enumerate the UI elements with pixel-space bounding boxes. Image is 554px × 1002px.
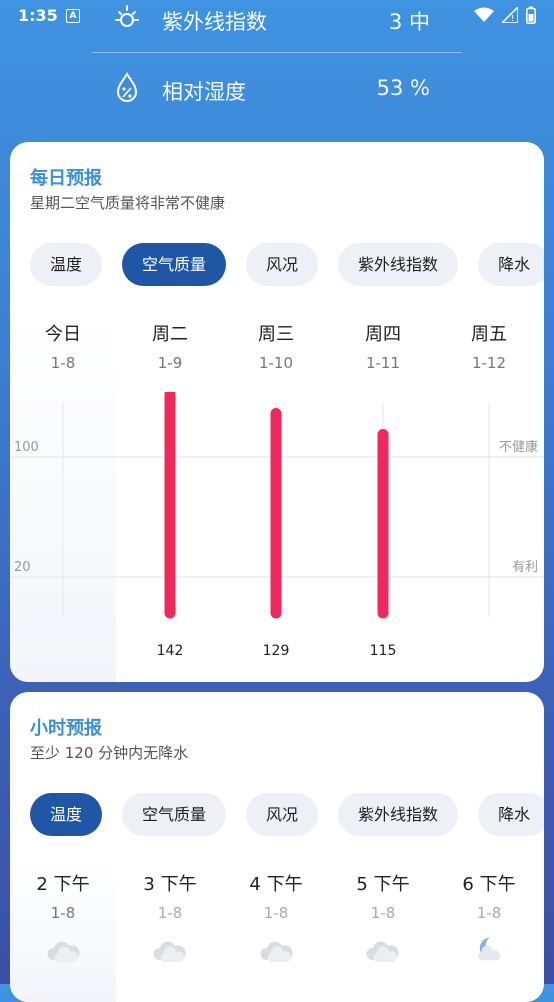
day-date: 1-11 — [365, 354, 401, 372]
day-column[interactable]: 周二 1-9 — [130, 320, 210, 372]
svg-text:!: ! — [511, 14, 514, 23]
daily-forecast-subtitle: 星期二空气质量将非常不健康 — [30, 194, 226, 212]
humidity-drop-icon — [116, 72, 138, 102]
day-label: 周四 — [365, 324, 401, 345]
daily-forecast-title: 每日预报 — [30, 168, 102, 189]
hour-label: 3 下午 — [143, 874, 197, 895]
tab-precipitation[interactable]: 降水 — [478, 243, 544, 286]
aqi-value-label: 129 — [263, 643, 290, 659]
status-icons: ! — [474, 6, 536, 24]
tab-wind[interactable]: 风况 — [246, 793, 319, 836]
reference-value-label: 100 — [14, 440, 39, 455]
tab-air-quality[interactable]: 空气质量 — [122, 243, 227, 286]
hour-date: 1-8 — [370, 904, 396, 922]
day-column[interactable]: 周五 1-12 — [449, 320, 529, 372]
day-column[interactable]: 周三 1-10 — [236, 320, 316, 372]
sun-icon — [115, 5, 139, 27]
aqi-value-label: 115 — [370, 643, 397, 659]
air-quality-chart: 100 不健康 20 有利 142 129 115 — [10, 392, 544, 659]
tab-precipitation[interactable]: 降水 — [478, 793, 544, 836]
humidity-row: 相对湿度 53 % — [110, 70, 450, 110]
daily-tab-bar: 温度 空气质量 风况 紫外线指数 降水 — [30, 243, 544, 286]
hour-column[interactable]: 5 下午 1-8 — [343, 870, 423, 922]
day-label: 周五 — [471, 324, 507, 345]
cloudy-icon — [153, 941, 186, 962]
tab-wind[interactable]: 风况 — [246, 243, 319, 286]
uv-index-label: 紫外线指数 — [162, 10, 267, 34]
humidity-value: 53 % — [376, 76, 430, 100]
hourly-forecast-subtitle: 至少 120 分钟内无降水 — [30, 744, 189, 762]
tab-air-quality[interactable]: 空气质量 — [122, 793, 227, 836]
tab-uv-index[interactable]: 紫外线指数 — [338, 793, 459, 836]
status-time: 1:35 — [18, 6, 58, 25]
reference-category-label: 有利 — [512, 560, 538, 575]
day-label: 周三 — [258, 324, 294, 345]
hour-label: 2 下午 — [36, 874, 90, 895]
notification-icon: A — [66, 9, 80, 23]
battery-icon — [526, 6, 536, 24]
humidity-label: 相对湿度 — [162, 80, 246, 104]
hour-label: 4 下午 — [249, 874, 303, 895]
day-label: 今日 — [45, 324, 81, 345]
day-date: 1-8 — [50, 354, 76, 372]
tab-temperature[interactable]: 温度 — [30, 793, 103, 836]
hour-column[interactable]: 3 下午 1-8 — [130, 870, 210, 922]
hourly-tab-bar: 温度 空气质量 风况 紫外线指数 降水 — [30, 793, 544, 836]
day-label: 周二 — [152, 324, 188, 345]
cloudy-icon — [260, 941, 293, 962]
signal-icon: ! — [502, 7, 518, 23]
aqi-value-label: 142 — [157, 643, 184, 659]
daily-forecast-card: 每日预报 星期二空气质量将非常不健康 温度 空气质量 风况 紫外线指数 降水 今… — [10, 142, 544, 682]
hourly-forecast-title: 小时预报 — [30, 718, 102, 739]
day-column[interactable]: 周四 1-11 — [343, 320, 423, 372]
hour-label: 6 下午 — [462, 874, 516, 895]
hour-date: 1-8 — [157, 904, 183, 922]
cloudy-icon — [366, 941, 399, 962]
moon-cloud-icon — [478, 937, 501, 961]
hour-column[interactable]: 4 下午 1-8 — [236, 870, 316, 922]
wifi-icon — [474, 7, 494, 22]
hour-date: 1-8 — [263, 904, 289, 922]
hourly-forecast-card: 小时预报 至少 120 分钟内无降水 温度 空气质量 风况 紫外线指数 降水 2… — [10, 692, 544, 1002]
hour-date: 1-8 — [50, 904, 76, 922]
reference-category-label: 不健康 — [499, 439, 538, 455]
tab-temperature[interactable]: 温度 — [30, 243, 103, 286]
hour-column[interactable]: 6 下午 1-8 — [449, 870, 529, 922]
day-column[interactable]: 今日 1-8 — [23, 320, 103, 372]
tab-uv-index[interactable]: 紫外线指数 — [338, 243, 459, 286]
hour-column[interactable]: 2 下午 1-8 — [23, 870, 103, 922]
cloudy-icon — [47, 941, 80, 962]
uv-index-row: 紫外线指数 3 中 — [110, 0, 450, 40]
day-date: 1-12 — [471, 354, 507, 372]
reference-value-label: 20 — [14, 560, 31, 575]
divider — [92, 52, 462, 53]
hour-label: 5 下午 — [356, 874, 410, 895]
day-date: 1-10 — [258, 354, 294, 372]
uv-index-value: 3 中 — [388, 10, 430, 34]
day-date: 1-9 — [157, 354, 183, 372]
hour-date: 1-8 — [476, 904, 502, 922]
